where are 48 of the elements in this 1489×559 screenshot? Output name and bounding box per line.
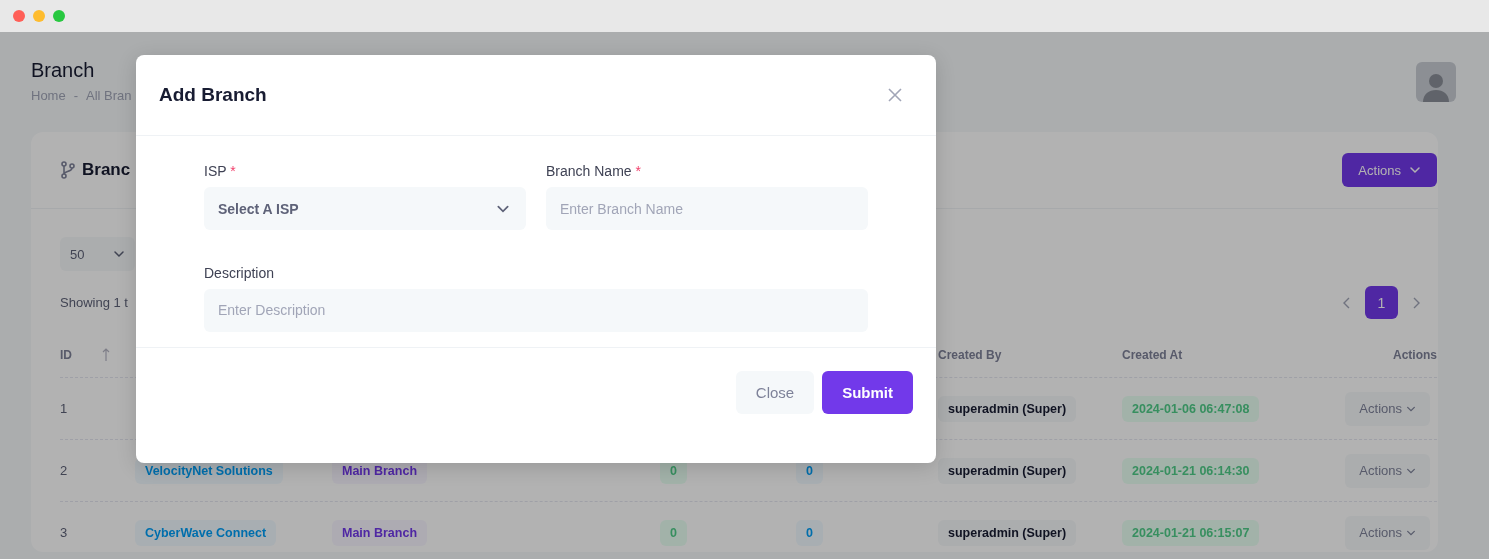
page-title: Branch [31,59,96,82]
row-actions-button[interactable]: Actions [1345,453,1430,488]
breadcrumb-link[interactable]: Home [31,88,66,103]
branch-tag: Main Branch [332,519,427,546]
chevron-down-icon [1409,164,1421,176]
field-label: ISP * [204,163,237,179]
breadcrumb-separator: - [73,88,79,103]
row-actions-button[interactable]: Actions [1345,391,1430,426]
isp-tag: CyberWave Connect [135,519,277,546]
showing-text: Showing 1 t [60,295,128,310]
creator-tag: superadmin (Super) [938,395,1077,422]
field-label: Branch Name * [546,163,642,179]
column-header[interactable]: Created By [938,348,1002,362]
previous-page-icon[interactable] [1343,296,1351,309]
date-tag: 2024-01-21 06:14:30 [1122,457,1260,484]
next-page-icon[interactable] [1412,296,1420,309]
column-header[interactable]: Created At [1122,348,1183,362]
creator-tag: superadmin (Super) [938,519,1077,546]
count-badge: 0 [660,519,687,546]
sort-icon[interactable] [102,348,110,362]
id-text: 3 [60,525,69,540]
window-close-dot[interactable] [13,10,25,22]
id-text: 1 [60,401,69,416]
close-button[interactable]: Close [735,371,815,414]
field-label: Description [204,264,276,281]
text-input[interactable]: Enter Description [204,288,868,332]
window-zoom-dot[interactable] [53,10,65,22]
id-text: 2 [60,463,69,478]
chevron-down-icon [113,248,125,260]
row-actions-button[interactable]: Actions [1345,515,1430,550]
actions-button[interactable]: Actions [1342,153,1437,187]
date-tag: 2024-01-21 06:15:07 [1122,519,1260,546]
creator-tag: superadmin (Super) [938,457,1077,484]
page-button[interactable]: 1 [1365,286,1398,319]
window-minimize-dot[interactable] [33,10,45,22]
page-size-select[interactable]: 50 [60,237,135,271]
modal-title: Add Branch [159,84,267,106]
avatar[interactable] [1416,62,1456,102]
text-input[interactable]: Enter Branch Name [546,187,868,230]
column-header[interactable]: ID [60,348,72,362]
submit-button[interactable]: Submit [822,371,913,414]
date-tag: 2024-01-06 06:47:08 [1122,395,1260,422]
column-header[interactable]: Actions [1393,348,1437,362]
isp-select[interactable]: Select A ISP [204,187,526,230]
card-title: Branc [82,160,131,180]
breadcrumb-link[interactable]: All Bran [86,88,132,103]
count-badge: 0 [796,519,823,546]
branch-icon [60,161,76,179]
